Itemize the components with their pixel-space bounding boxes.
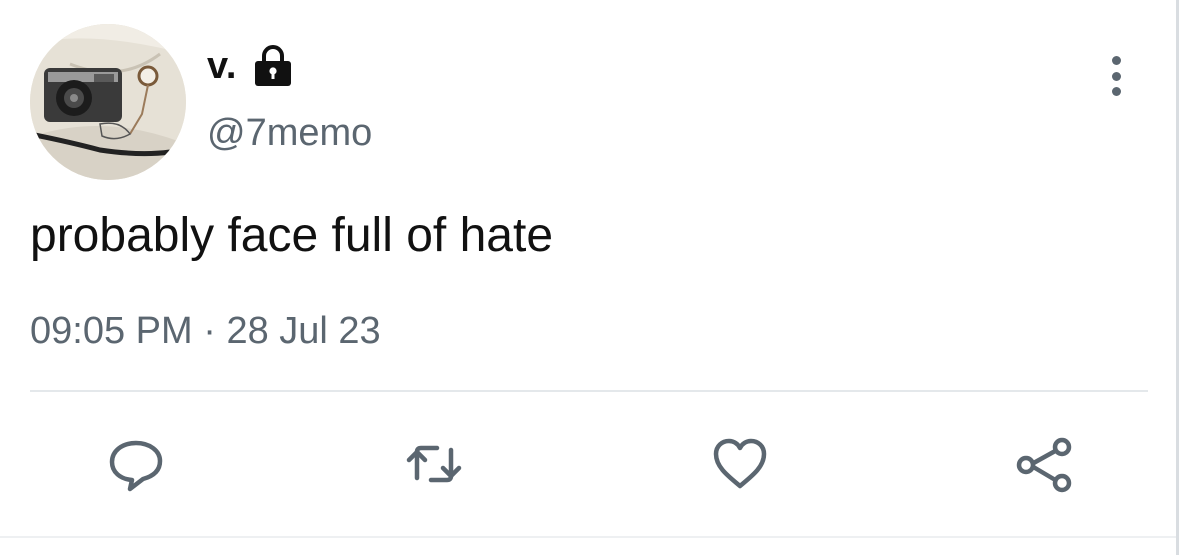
retweet-button[interactable] (402, 432, 466, 496)
tweet-time: 09:05 PM (30, 310, 193, 352)
handle[interactable]: @7memo (207, 112, 372, 155)
reply-button[interactable] (104, 432, 168, 496)
tweet-card: v. @7memo probably face full of hate 09:… (0, 0, 1179, 555)
share-nodes-icon (1016, 437, 1072, 493)
like-button[interactable] (708, 432, 772, 496)
lock-icon (254, 45, 291, 86)
share-button[interactable] (1012, 432, 1076, 496)
retweet-arrows-icon (406, 445, 462, 483)
tweet-date: 28 Jul 23 (226, 310, 381, 352)
heart-icon (713, 438, 767, 489)
vertical-ellipsis-icon (1111, 56, 1121, 65)
author-row: v. (207, 42, 295, 90)
more-options-button[interactable] (1098, 56, 1134, 96)
vertical-ellipsis-icon (1111, 71, 1121, 81)
display-name[interactable]: v. (207, 45, 237, 88)
meta-separator: · (203, 310, 216, 352)
avatar-photo (30, 24, 186, 180)
tweet-text: probably face full of hate (30, 209, 554, 262)
bottom-border (0, 536, 1179, 538)
tweet-timestamp[interactable]: 09:05 PM · 28 Jul 23 (30, 310, 381, 353)
speech-bubble-icon (109, 440, 163, 492)
vertical-ellipsis-icon (1111, 87, 1121, 96)
avatar[interactable] (30, 24, 186, 180)
divider (30, 390, 1148, 392)
